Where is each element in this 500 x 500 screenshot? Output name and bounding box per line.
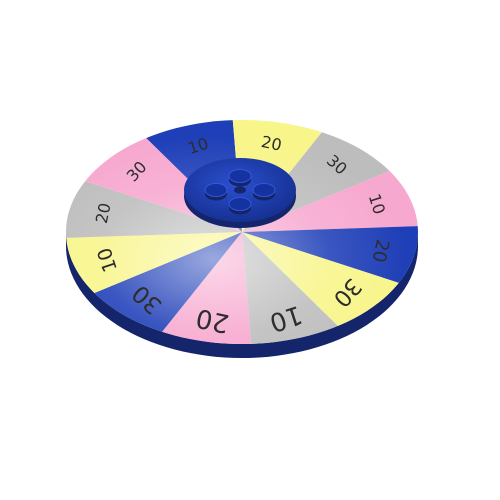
wheel-hub: [184, 158, 296, 228]
hub-center-hole: [234, 186, 246, 194]
hub-stud: [252, 183, 276, 201]
hub-stud: [228, 169, 252, 187]
hub-stud: [228, 197, 252, 215]
game-wheel-illustration: 10 2030102030102030102030: [66, 120, 418, 358]
wheel-sheen: [66, 120, 418, 344]
hub-stud: [204, 183, 228, 201]
